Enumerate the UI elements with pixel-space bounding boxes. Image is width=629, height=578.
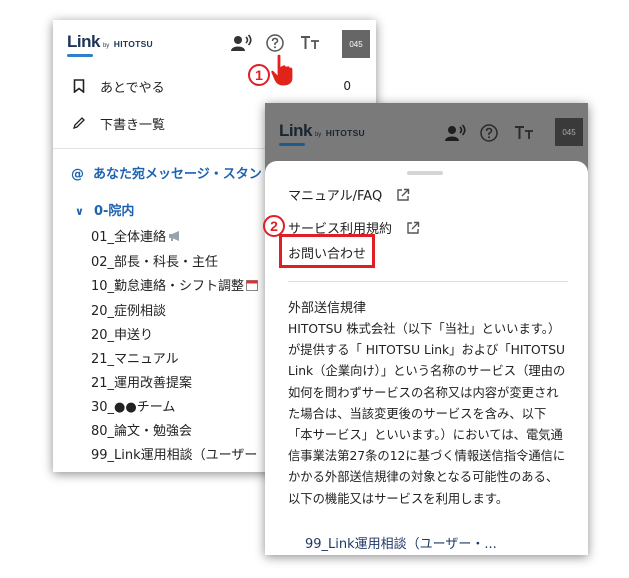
contact-highlight-box	[279, 234, 375, 268]
chevron-down-icon: ∨	[75, 205, 84, 218]
channel-item[interactable]: 01_全体連絡	[91, 226, 182, 245]
calendar-icon	[246, 279, 260, 291]
channel-item[interactable]: 02_部長・科長・主任	[91, 251, 218, 270]
channel-item[interactable]: 30_●●チーム	[91, 396, 175, 415]
dimmed-app-header: Link by HITOTSU 045	[265, 103, 588, 163]
pointer-hand-icon	[270, 53, 294, 87]
text-size-icon[interactable]	[513, 124, 535, 142]
regulation-title: 外部送信規律	[288, 301, 367, 316]
user-avatar[interactable]: 045	[342, 30, 370, 58]
logo-underline	[67, 54, 93, 57]
later-item[interactable]: あとでやる 0	[53, 71, 376, 101]
manual-faq-link[interactable]: マニュアル/FAQ	[288, 185, 410, 204]
help-icon[interactable]	[265, 33, 285, 53]
external-link-icon	[407, 221, 420, 234]
channel-item[interactable]: 80_論文・勉強会	[91, 420, 192, 439]
help-menu-sheet: マニュアル/FAQ サービス利用規約 お問い合わせ 外部送信規律 HITOTSU…	[265, 161, 588, 555]
sheet-drag-handle[interactable]	[407, 171, 443, 175]
group-header[interactable]: ∨ 0-院内	[75, 200, 134, 219]
channel-item[interactable]: 99_Link運用相談（ユーザー・...	[305, 533, 497, 552]
contacts-icon[interactable]	[445, 123, 467, 143]
later-count: 0	[343, 79, 351, 93]
user-avatar[interactable]: 045	[555, 118, 583, 146]
channel-item[interactable]: 10_勤怠連絡・シフト調整	[91, 275, 260, 294]
logo-underline	[279, 143, 305, 146]
app-logo: Link by HITOTSU	[279, 121, 365, 146]
app-logo: Link by HITOTSU	[67, 32, 153, 57]
channel-item[interactable]: 20_症例相談	[91, 300, 166, 319]
app-header: Link by HITOTSU 045	[53, 20, 376, 66]
step-1-marker: 1	[248, 64, 270, 86]
megaphone-icon	[168, 230, 182, 242]
mentions-item[interactable]: @ あなた宛メッセージ・スタン	[71, 163, 262, 182]
step-2-marker: 2	[263, 215, 285, 237]
pencil-icon	[71, 115, 87, 131]
external-link-icon	[397, 188, 410, 201]
channel-item[interactable]: 21_運用改善提案	[91, 372, 192, 391]
menu-divider	[288, 281, 568, 282]
channel-item[interactable]: 20_申送り	[91, 324, 153, 343]
text-size-icon[interactable]	[299, 34, 321, 52]
bookmark-icon	[71, 78, 87, 94]
regulation-text: HITOTSU 株式会社（以下「当社」といいます。）が提供する「 HITOTSU…	[288, 322, 566, 506]
at-icon: @	[71, 167, 84, 182]
contacts-icon[interactable]	[231, 33, 253, 53]
help-icon[interactable]	[479, 123, 499, 143]
channel-item[interactable]: 21_マニュアル	[91, 348, 179, 367]
channel-item[interactable]: 99_Link運用相談（ユーザー	[91, 444, 257, 463]
menu-screen: Link by HITOTSU 045 マニュアル/FAQ サービス利用規約 お問…	[265, 103, 588, 555]
